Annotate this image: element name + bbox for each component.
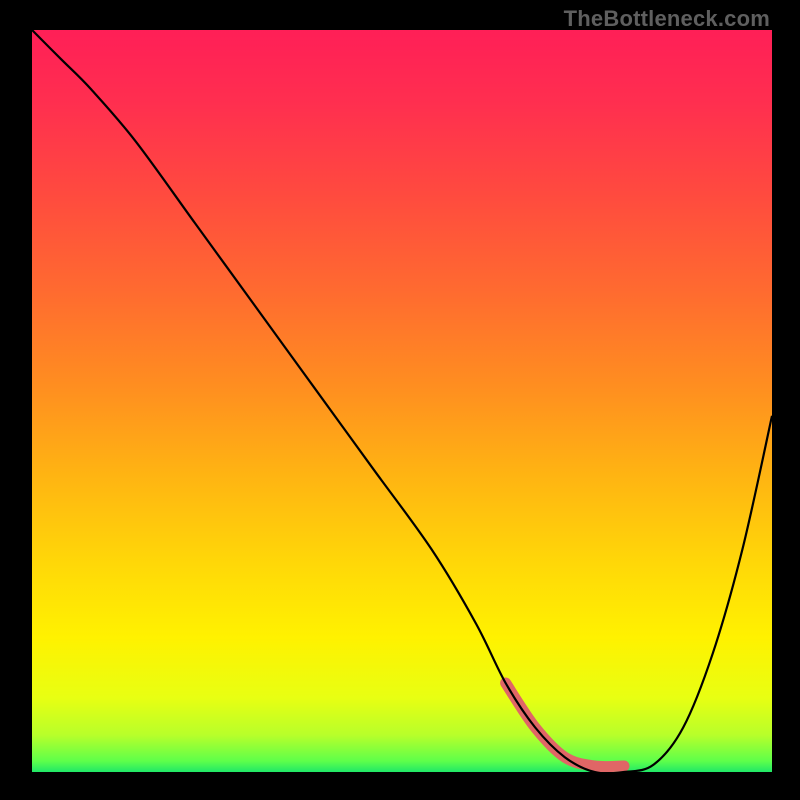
chart-frame: [32, 30, 772, 772]
highlight-segment: [506, 683, 624, 767]
plot-area: [32, 30, 772, 772]
chart-svg: [32, 30, 772, 772]
bottleneck-curve: [32, 30, 772, 772]
watermark-text: TheBottleneck.com: [564, 6, 770, 32]
